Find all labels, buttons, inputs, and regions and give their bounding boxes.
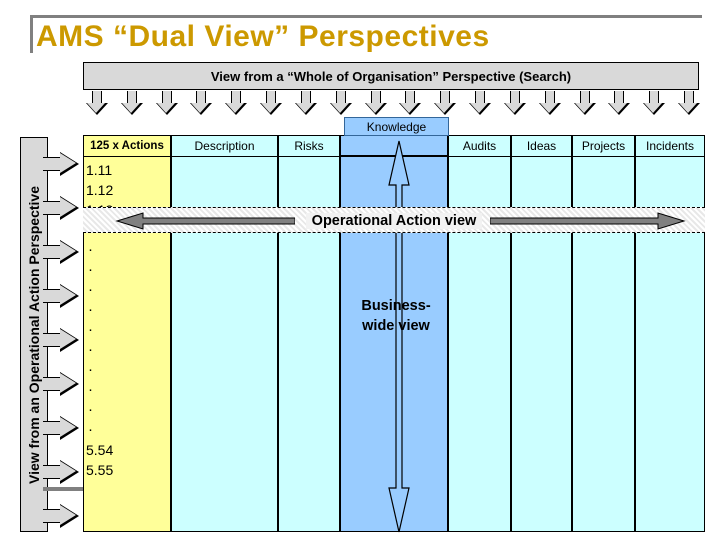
business-wide-view-line1: Business-	[361, 298, 431, 314]
action-number: 1.11	[86, 162, 113, 178]
knowledge-tab-label: Knowledge	[366, 119, 427, 134]
right-arrow-column	[43, 152, 83, 532]
arrow-down-icon	[399, 91, 421, 115]
arrow-right-icon	[43, 284, 79, 308]
grid-column-risks[interactable]: Risks	[278, 135, 340, 532]
action-number: 5.55	[86, 462, 114, 478]
arrow-down-icon	[295, 91, 317, 115]
grid-column-description[interactable]: Description	[171, 135, 278, 532]
column-header: Incidents	[636, 135, 704, 157]
action-number: ·	[88, 341, 93, 358]
grid-column-audits[interactable]: Audits	[448, 135, 511, 532]
whole-of-organisation-banner-label: View from a “Whole of Organisation” Pers…	[210, 68, 572, 84]
arrow-right-icon	[43, 416, 79, 440]
down-arrow-row	[86, 91, 700, 115]
arrow-right-icon	[43, 152, 79, 176]
column-header: Ideas	[512, 135, 571, 157]
arrow-down-icon	[608, 91, 630, 115]
arrow-down-icon	[260, 91, 282, 115]
action-number: ·	[88, 421, 93, 438]
action-number: ·	[88, 241, 93, 258]
arrow-right-icon	[43, 328, 79, 352]
arrow-right-icon	[43, 372, 79, 396]
arrow-down-icon	[365, 91, 387, 115]
grid-column-ideas[interactable]: Ideas	[511, 135, 572, 532]
whole-of-organisation-banner: View from a “Whole of Organisation” Pers…	[83, 62, 699, 90]
column-header: Risks	[279, 135, 339, 157]
business-wide-view-line2: wide view	[362, 318, 430, 334]
title-rule-left	[30, 15, 33, 53]
arrow-down-icon	[86, 91, 108, 115]
operational-action-band-text: Operational Action view	[305, 213, 483, 229]
grid-column-incidents[interactable]: Incidents	[635, 135, 705, 532]
arrow-down-icon	[574, 91, 596, 115]
arrow-down-icon	[190, 91, 212, 115]
arrow-down-icon	[678, 91, 700, 115]
action-number: ·	[88, 401, 93, 418]
arrow-down-icon	[434, 91, 456, 115]
column-header: 125 x Actions	[84, 135, 170, 157]
operational-action-perspective-label: View from an Operational Action Perspect…	[26, 185, 43, 484]
action-number: ·	[88, 321, 93, 338]
title-rule-top	[30, 15, 702, 18]
action-number: ·	[88, 301, 93, 318]
arrow-down-icon	[539, 91, 561, 115]
action-number: ·	[88, 261, 93, 278]
business-wide-view-label: Business- wide view	[341, 296, 451, 336]
arrow-down-icon	[225, 91, 247, 115]
arrow-down-icon	[643, 91, 665, 115]
action-number: 5.54	[86, 442, 114, 458]
action-number: ·	[88, 381, 93, 398]
sidebar-separator	[43, 487, 85, 491]
operational-action-band: Operational Action view	[83, 207, 705, 233]
arrow-right-icon	[43, 196, 79, 220]
page-title: AMS “Dual View” Perspectives	[36, 20, 490, 53]
arrow-up-down-icon	[388, 140, 410, 533]
arrow-right-icon	[43, 504, 79, 528]
arrow-down-icon	[121, 91, 143, 115]
operational-action-band-label: Operational Action view	[83, 208, 705, 234]
arrow-down-icon	[330, 91, 352, 115]
column-header: Audits	[449, 135, 510, 157]
action-number: 1.12	[86, 182, 114, 198]
column-header: Description	[172, 135, 277, 157]
action-number: ·	[88, 361, 93, 378]
arrow-down-icon	[504, 91, 526, 115]
arrow-right-icon	[43, 240, 79, 264]
arrow-right-icon	[43, 460, 79, 484]
action-number: ·	[88, 281, 93, 298]
arrow-down-icon	[156, 91, 178, 115]
arrow-down-icon	[469, 91, 491, 115]
knowledge-tab[interactable]: Knowledge	[344, 117, 449, 136]
column-header: Projects	[573, 135, 634, 157]
grid-column-projects[interactable]: Projects	[572, 135, 635, 532]
